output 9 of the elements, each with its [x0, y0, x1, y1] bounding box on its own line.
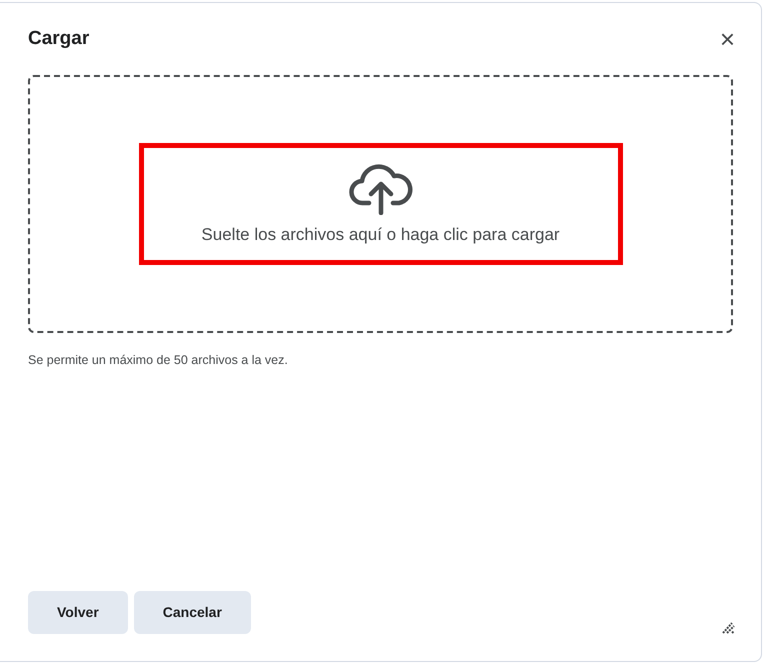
- cloud-upload-icon: [348, 163, 412, 215]
- drop-instruction: Suelte los archivos aquí o haga clic para cargar: [201, 225, 560, 245]
- drop-zone[interactable]: Suelte los archivos aquí o haga clic para cargar: [28, 75, 733, 333]
- close-button[interactable]: ×: [716, 26, 739, 52]
- dialog-button[interactable]: Cancelar: [134, 590, 251, 634]
- resize-grip-icon: [722, 620, 736, 634]
- dialog-title: Cargar: [28, 28, 90, 50]
- file-limit-note: Se permite un máximo de 50 archivos a la vez.: [28, 353, 289, 367]
- dialog-button[interactable]: Volver: [28, 590, 128, 634]
